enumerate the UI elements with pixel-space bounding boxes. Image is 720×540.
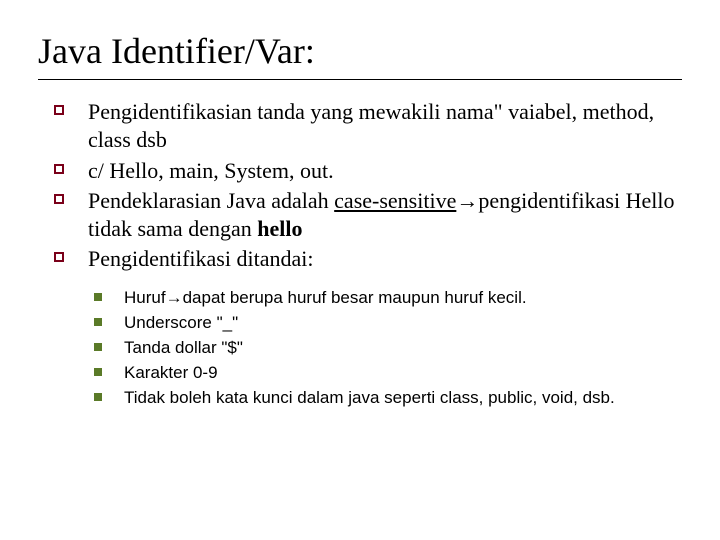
title-underline bbox=[38, 79, 682, 80]
slide-title: Java Identifier/Var: bbox=[38, 30, 682, 73]
bullet-list-level1: Pengidentifikasian tanda yang mewakili n… bbox=[48, 98, 682, 273]
slide: Java Identifier/Var: Pengidentifikasian … bbox=[0, 0, 720, 540]
list-item-text-prefix: Huruf bbox=[124, 288, 166, 307]
list-item-text: Pengidentifikasian tanda yang mewakili n… bbox=[88, 99, 654, 152]
arrow-icon: → bbox=[166, 287, 183, 310]
list-item-text-prefix: Pendeklarasian Java adalah bbox=[88, 188, 334, 213]
list-item: Pengidentifikasi ditandai: bbox=[48, 245, 682, 273]
list-item-text: Pengidentifikasi ditandai: bbox=[88, 246, 313, 271]
list-item: Tidak boleh kata kunci dalam java sepert… bbox=[88, 387, 682, 410]
list-item-text: Tidak boleh kata kunci dalam java sepert… bbox=[124, 388, 615, 407]
list-item: Underscore "_" bbox=[88, 312, 682, 335]
list-item: Karakter 0-9 bbox=[88, 362, 682, 385]
list-item: Pengidentifikasian tanda yang mewakili n… bbox=[48, 98, 682, 154]
list-item-text: Karakter 0-9 bbox=[124, 363, 218, 382]
list-item: Huruf→dapat berupa huruf besar maupun hu… bbox=[88, 287, 682, 310]
list-item: c/ Hello, main, System, out. bbox=[48, 157, 682, 185]
arrow-icon: → bbox=[456, 187, 478, 215]
list-item-text: Underscore "_" bbox=[124, 313, 238, 332]
list-item-text-bold: hello bbox=[257, 216, 302, 241]
list-item: Tanda dollar "$" bbox=[88, 337, 682, 360]
case-sensitive-underlined: case-sensitive bbox=[334, 188, 456, 213]
list-item-text: c/ Hello, main, System, out. bbox=[88, 158, 334, 183]
bullet-list-level2: Huruf→dapat berupa huruf besar maupun hu… bbox=[88, 287, 682, 410]
list-item: Pendeklarasian Java adalah case-sensitiv… bbox=[48, 187, 682, 243]
list-item-text: Tanda dollar "$" bbox=[124, 338, 243, 357]
list-item-text-rest: dapat berupa huruf besar maupun huruf ke… bbox=[183, 288, 527, 307]
